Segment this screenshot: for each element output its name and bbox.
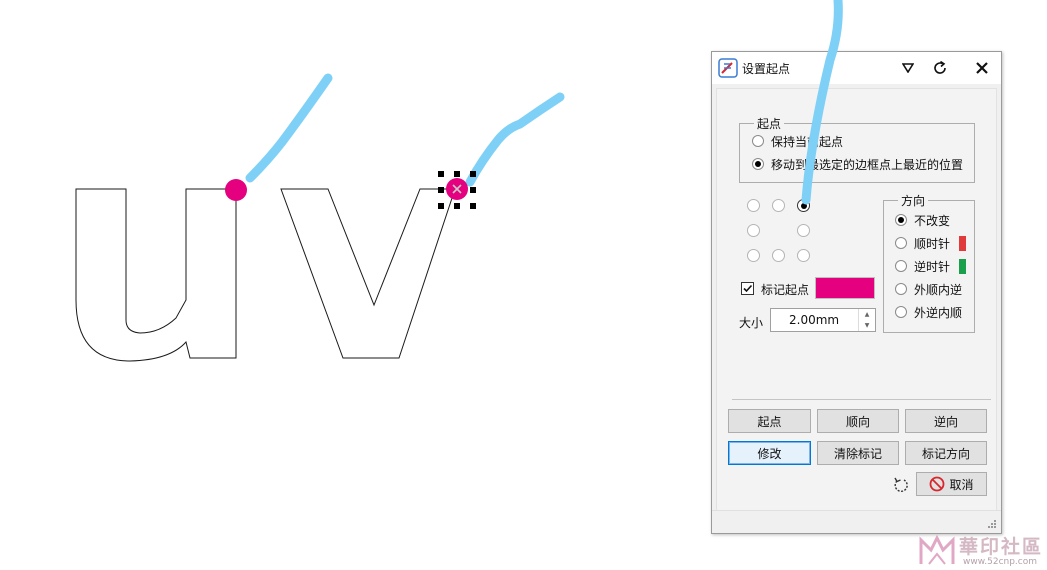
position-top-center[interactable] <box>772 199 785 212</box>
counterclockwise-color-swatch <box>959 258 967 274</box>
position-middle-right[interactable] <box>797 224 810 237</box>
separator <box>732 399 991 400</box>
radio-label: 逆时针 <box>914 259 951 274</box>
radio-button[interactable] <box>895 260 907 272</box>
radio-direction-outer-ccw-inner-cw[interactable]: 外逆内顺 <box>895 303 962 321</box>
radio-move-to-nearest[interactable]: 移动到最选定的边框点上最近的位置 <box>752 155 963 173</box>
radio-button[interactable] <box>895 283 907 295</box>
spin-down-icon[interactable]: ▼ <box>859 320 875 331</box>
position-bottom-left[interactable] <box>747 249 760 262</box>
watermark-logo-icon <box>919 534 955 565</box>
radio-direction-no-change[interactable]: 不改变 <box>895 211 950 229</box>
dialog-title: 设置起点 <box>742 62 791 76</box>
site-watermark: 華印社區 www.52cnp.com <box>917 530 1045 570</box>
close-icon[interactable] <box>970 56 994 80</box>
cancel-label: 取消 <box>949 477 974 492</box>
mark-start-label: 标记起点 <box>761 283 810 297</box>
radio-direction-clockwise[interactable]: 顺时针 <box>895 234 967 252</box>
radio-button[interactable] <box>895 214 907 226</box>
app-logo-icon <box>718 58 738 78</box>
watermark-text: 華印社區 <box>959 536 1044 558</box>
mark-color-picker[interactable] <box>815 277 875 299</box>
reverse-button[interactable]: 逆向 <box>905 409 987 433</box>
size-label: 大小 <box>739 316 764 330</box>
clockwise-color-swatch <box>959 235 967 251</box>
refresh-icon[interactable] <box>928 56 952 80</box>
radio-button[interactable] <box>895 306 907 318</box>
letter-u-outline[interactable] <box>75 188 237 362</box>
radio-label: 不改变 <box>914 213 951 228</box>
start-marker-u[interactable] <box>225 179 247 201</box>
checkmark-icon <box>743 284 753 293</box>
resize-grip-icon[interactable] <box>987 519 997 529</box>
clear-marks-button[interactable]: 清除标记 <box>817 441 899 465</box>
mark-direction-button[interactable]: 标记方向 <box>905 441 987 465</box>
spin-up-icon[interactable]: ▲ <box>859 309 875 320</box>
start-button[interactable]: 起点 <box>728 409 811 433</box>
radio-button[interactable] <box>895 237 907 249</box>
dialog-body: 起点 保持当前起点 移动到最选定的边框点上最近的位置 方向 不改变 顺时针 逆时… <box>716 88 997 524</box>
dropdown-menu-icon[interactable] <box>896 56 920 80</box>
dialog-titlebar[interactable]: 设置起点 <box>712 52 1001 84</box>
radio-label: 保持当前起点 <box>771 134 844 149</box>
position-middle-left[interactable] <box>747 224 760 237</box>
position-bottom-right[interactable] <box>797 249 810 262</box>
annotation-stroke-v <box>465 92 565 187</box>
forward-button[interactable]: 顺向 <box>817 409 899 433</box>
radio-label: 外逆内顺 <box>914 305 963 320</box>
radio-label: 顺时针 <box>914 236 951 251</box>
letter-v-outline[interactable] <box>280 188 456 359</box>
size-spinner[interactable]: ▲ ▼ <box>858 309 875 331</box>
size-spinbox[interactable]: 2.00mm ▲ ▼ <box>770 308 876 332</box>
radio-label: 外顺内逆 <box>914 282 963 297</box>
radio-direction-counterclockwise[interactable]: 逆时针 <box>895 257 967 275</box>
radio-button[interactable] <box>752 158 764 170</box>
radio-keep-current-start[interactable]: 保持当前起点 <box>752 132 843 150</box>
undo-rotate-icon[interactable] <box>892 476 910 494</box>
cancel-icon <box>930 476 945 492</box>
start-marker-v-selected[interactable] <box>438 171 476 209</box>
position-top-left[interactable] <box>747 199 760 212</box>
modify-button[interactable]: 修改 <box>728 441 811 465</box>
radio-label: 移动到最选定的边框点上最近的位置 <box>771 157 964 172</box>
direction-group-legend: 方向 <box>901 194 926 208</box>
position-top-right[interactable] <box>797 199 810 212</box>
mark-start-checkbox[interactable] <box>741 282 754 295</box>
cancel-button[interactable]: 取消 <box>916 472 987 496</box>
radio-direction-outer-cw-inner-ccw[interactable]: 外顺内逆 <box>895 280 962 298</box>
set-start-point-dialog: 设置起点 起点 保持当前起点 移动到最选定的边框点上最近的位置 方向 不改变 顺… <box>711 51 1002 534</box>
position-bottom-center[interactable] <box>772 249 785 262</box>
radio-button[interactable] <box>752 135 764 147</box>
watermark-url: www.52cnp.com <box>963 557 1038 567</box>
start-group-legend: 起点 <box>757 117 782 131</box>
size-value: 2.00mm <box>789 313 840 327</box>
annotation-stroke-u <box>245 73 333 183</box>
